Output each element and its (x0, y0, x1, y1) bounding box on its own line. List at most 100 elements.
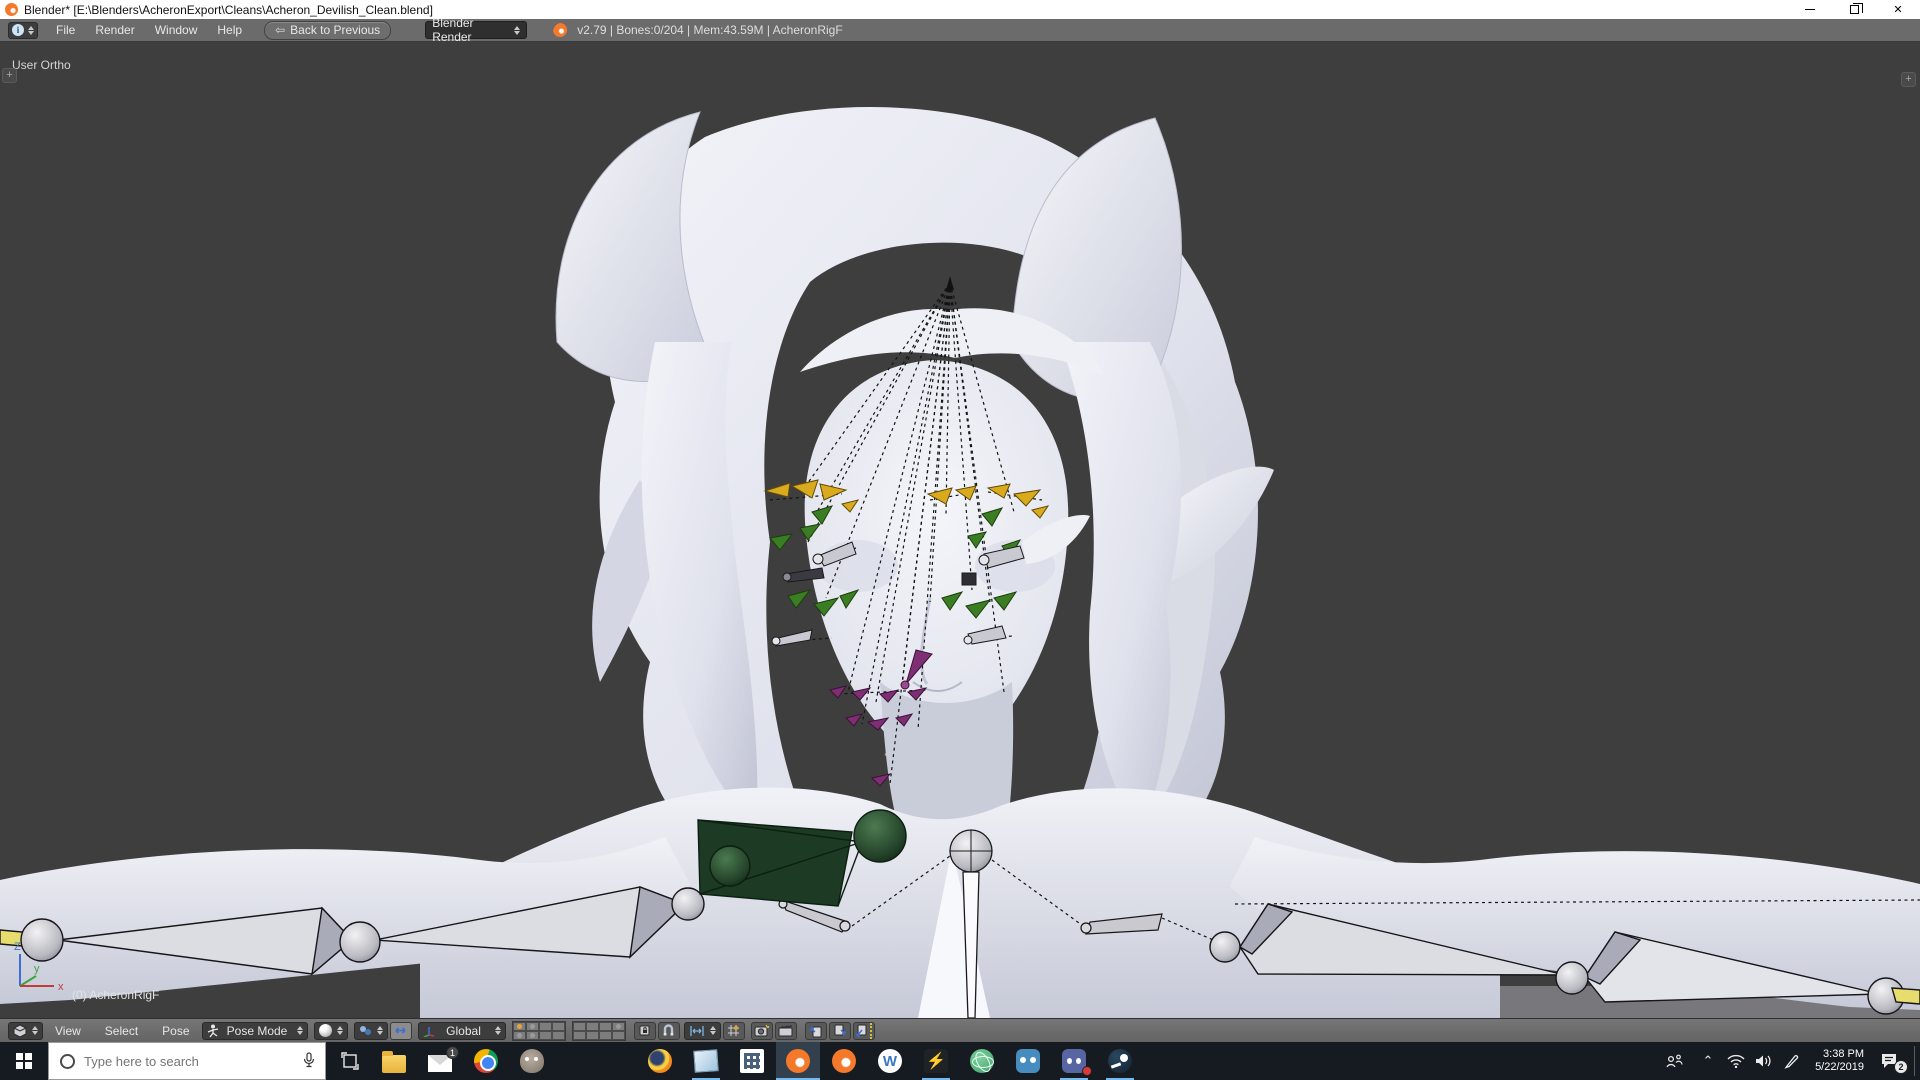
wallpaper-engine-icon: W (878, 1049, 902, 1073)
svg-text:Z: Z (14, 941, 21, 953)
gimp-icon (520, 1049, 544, 1073)
orientation-select-value: Global (446, 1023, 481, 1038)
taskbar-chrome[interactable] (464, 1042, 508, 1080)
snap-updown-icon (709, 1026, 716, 1035)
editor-updown-icon (32, 1026, 38, 1035)
task-view-button[interactable] (328, 1042, 372, 1080)
info-editor-icon: i (12, 24, 24, 36)
pose-menu[interactable]: Pose (150, 1024, 201, 1038)
taskbar-godot[interactable] (1006, 1042, 1050, 1080)
taskbar-clock[interactable]: 3:38 PM 5/22/2019 (1800, 1042, 1864, 1080)
viewport-shading-select[interactable] (313, 1021, 348, 1040)
mode-select[interactable]: Pose Mode (201, 1021, 308, 1040)
snap-element-select[interactable] (683, 1021, 721, 1040)
taskbar-blender-2[interactable] (822, 1042, 866, 1080)
steam-icon (1108, 1049, 1132, 1073)
restore-icon (1849, 3, 1863, 14)
engine-updown-icon (514, 25, 521, 35)
select-menu[interactable]: Select (93, 1024, 150, 1038)
copy-pose-button[interactable] (804, 1021, 827, 1040)
microphone-icon[interactable] (303, 1051, 315, 1071)
volume-tray-button[interactable] (1750, 1042, 1778, 1080)
editor-type-button[interactable] (8, 1021, 43, 1040)
wifi-tray-button[interactable] (1722, 1042, 1750, 1080)
show-desktop-button[interactable] (1914, 1046, 1915, 1076)
blender-icon (786, 1049, 810, 1073)
taskbar-gimp[interactable] (510, 1042, 554, 1080)
taskbar-wallpaper-engine[interactable]: W (868, 1042, 912, 1080)
mail-badge: 1 (446, 1046, 459, 1059)
taskbar-winamp[interactable]: ⚡ (914, 1042, 958, 1080)
taskbar-file-explorer[interactable] (372, 1042, 416, 1080)
armature-layers-group-1[interactable] (511, 1020, 566, 1041)
minimize-button[interactable] (1788, 0, 1832, 19)
restore-button[interactable] (1832, 0, 1876, 19)
orientation-updown-icon (494, 1026, 501, 1035)
tray-time: 3:38 PM (1823, 1048, 1864, 1060)
taskbar-notepad[interactable] (684, 1042, 728, 1080)
opengl-render-image-button[interactable] (750, 1021, 773, 1040)
manipulator-toggle[interactable] (389, 1021, 412, 1040)
people-icon (1666, 1054, 1683, 1068)
mode-updown-icon (296, 1026, 303, 1035)
editor-type-info-button[interactable]: i (8, 21, 38, 39)
scene-statistics: v2.79 | Bones:0/204 | Mem:43.59M | Acher… (577, 23, 843, 37)
pose-mode-icon (207, 1024, 218, 1037)
back-arrow-icon: ⇦ (275, 23, 286, 37)
taskbar-mail[interactable]: 1 (418, 1042, 462, 1080)
taskbar-discord[interactable] (1052, 1042, 1096, 1080)
menu-window[interactable]: Window (145, 19, 208, 41)
lock-modes-button[interactable] (633, 1021, 656, 1040)
hidden-icons-button[interactable]: ⌃ (1694, 1042, 1722, 1080)
back-to-previous-button[interactable]: ⇦ Back to Previous (264, 20, 392, 40)
chrome-icon (474, 1049, 498, 1073)
taskbar-search[interactable] (48, 1042, 326, 1080)
window-titlebar: Blender* [E:\Blenders\AcheronExport\Clea… (0, 0, 1920, 19)
transform-orientation-select[interactable]: Global (417, 1021, 506, 1040)
taskbar-steam[interactable] (1098, 1042, 1142, 1080)
start-button[interactable] (0, 1042, 48, 1080)
toolbar-expand-icon[interactable]: + (2, 68, 17, 83)
active-object-label: (0) AcheronRigF (72, 988, 160, 1002)
window-title: Blender* [E:\Blenders\AcheronExport\Clea… (24, 2, 433, 17)
opengl-render-animation-button[interactable] (774, 1021, 797, 1040)
pivot-point-select[interactable] (353, 1021, 388, 1040)
blender-menu-bar: i File Render Window Help ⇦ Back to Prev… (0, 16, 1920, 44)
menu-help[interactable]: Help (207, 19, 252, 41)
view-name-label: User Ortho (12, 58, 71, 72)
blender-splash-icon[interactable] (553, 23, 568, 37)
camera-icon (754, 1024, 770, 1037)
taskbar-calculator[interactable] (730, 1042, 774, 1080)
search-input[interactable] (84, 1053, 303, 1069)
cube-icon (13, 1023, 27, 1038)
action-center-button[interactable]: 2 (1872, 1042, 1908, 1080)
menu-file[interactable]: File (46, 19, 85, 41)
cortana-icon (60, 1053, 75, 1069)
menu-render[interactable]: Render (85, 19, 144, 41)
viewport-scene: Z y x (0, 42, 1920, 1019)
paste-pose-button[interactable] (828, 1021, 851, 1040)
file-explorer-icon (382, 1051, 406, 1073)
3d-view-header: View Select Pose Pose Mode Global (0, 1018, 1920, 1042)
snap-target-button[interactable] (722, 1021, 745, 1040)
magnet-icon (663, 1024, 674, 1036)
copy-pose-icon (809, 1026, 822, 1037)
clapperboard-icon (778, 1025, 793, 1037)
flip-axis-indicator (870, 1022, 873, 1039)
armature-layers-group-2[interactable] (571, 1020, 626, 1041)
render-engine-select[interactable]: Blender Render (425, 16, 528, 44)
people-tray-button[interactable] (1660, 1042, 1688, 1080)
taskbar-firefox[interactable] (638, 1042, 682, 1080)
window-controls: ✕ (1788, 0, 1920, 19)
render-engine-value: Blender Render (432, 16, 474, 44)
taskbar-blender-active[interactable] (776, 1042, 820, 1080)
taskbar-atom-app[interactable] (960, 1042, 1004, 1080)
paste-flipped-pose-button[interactable] (852, 1021, 875, 1040)
snap-toggle-button[interactable] (657, 1021, 680, 1040)
view-menu[interactable]: View (43, 1024, 93, 1038)
close-button[interactable]: ✕ (1876, 0, 1920, 19)
3d-viewport[interactable]: Z y x User Ortho (0) AcheronRigF + + (0, 42, 1920, 1019)
atom-icon (970, 1049, 994, 1073)
properties-expand-icon[interactable]: + (1901, 72, 1916, 87)
blender-icon (832, 1049, 856, 1073)
